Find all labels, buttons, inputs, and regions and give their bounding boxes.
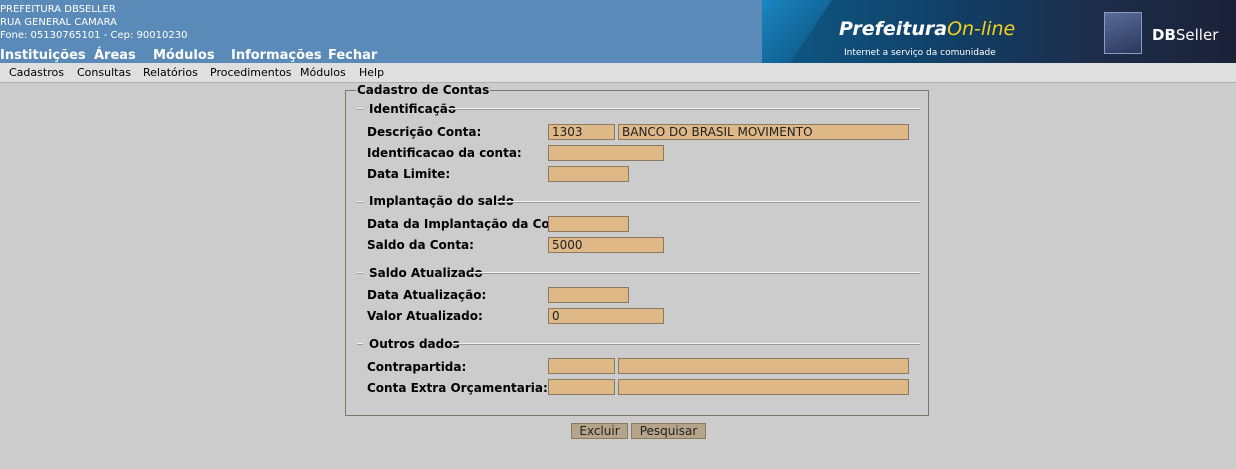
menu-modulos[interactable]: Módulos	[300, 66, 346, 79]
pesquisar-button[interactable]: Pesquisar	[631, 423, 706, 439]
conta-extra-code-input[interactable]	[548, 379, 615, 395]
descricao-conta-code-input[interactable]: 1303	[548, 124, 615, 140]
menu-cadastros[interactable]: Cadastros	[9, 66, 64, 79]
data-implantacao-label: Data da Implantação da Conta:	[367, 217, 577, 231]
valor-atualizado-input[interactable]: 0	[548, 308, 664, 324]
saldo-conta-label: Saldo da Conta:	[367, 238, 474, 252]
brand-subtitle: Internet a serviço da comunidade	[844, 48, 996, 58]
data-implantacao-input[interactable]	[548, 216, 629, 232]
section-line	[470, 272, 920, 274]
data-atualizacao-label: Data Atualização:	[367, 288, 487, 302]
menu-bar: Cadastros Consultas Relatórios Procedime…	[0, 63, 1236, 83]
conta-extra-name-input[interactable]	[618, 379, 909, 395]
identificacao-conta-input[interactable]	[548, 145, 664, 161]
data-atualizacao-input[interactable]	[548, 287, 629, 303]
identificacao-conta-label: Identificacao da conta:	[367, 146, 522, 160]
org-name: PREFEITURA DBSELLER	[0, 4, 116, 15]
org-contact: Fone: 05130765101 - Cep: 90010230	[0, 30, 188, 41]
top-menu-instituicoes[interactable]: Instituições	[0, 48, 86, 63]
contrapartida-code-input[interactable]	[548, 358, 615, 374]
header-info: PREFEITURA DBSELLER RUA GENERAL CAMARA F…	[0, 3, 187, 42]
section-title-implantacao: Implantação do saldo	[369, 194, 514, 208]
section-line	[452, 343, 920, 345]
prefeitura-online-logo: PrefeituraOn-line	[839, 18, 1016, 40]
valor-atualizado-label: Valor Atualizado:	[367, 309, 483, 323]
org-address: RUA GENERAL CAMARA	[0, 17, 117, 28]
brand-banner: PrefeituraOn-line Internet a serviço da …	[762, 0, 1236, 63]
menu-procedimentos[interactable]: Procedimentos	[210, 66, 292, 79]
form-legend: Cadastro de Contas	[356, 83, 491, 97]
app-header: PREFEITURA DBSELLER RUA GENERAL CAMARA F…	[0, 0, 1236, 63]
section-title-outros-dados: Outros dados	[369, 337, 460, 351]
conta-extra-label: Conta Extra Orçamentaria:	[367, 381, 548, 395]
top-menu-modulos[interactable]: Módulos	[153, 48, 215, 63]
top-menu-areas[interactable]: Áreas	[94, 48, 136, 63]
section-line	[357, 108, 363, 110]
menu-help[interactable]: Help	[359, 66, 384, 79]
section-title-identificacao: Identificação	[369, 102, 457, 116]
brand-accent-shape	[762, 0, 832, 63]
descricao-conta-label: Descrição Conta:	[367, 125, 482, 139]
descricao-conta-name-input[interactable]: BANCO DO BRASIL MOVIMENTO	[618, 124, 909, 140]
menu-consultas[interactable]: Consultas	[77, 66, 131, 79]
top-menu-fechar[interactable]: Fechar	[328, 48, 377, 63]
top-menu-informacoes[interactable]: Informações	[231, 48, 322, 63]
section-line	[496, 201, 920, 203]
data-limite-input[interactable]	[548, 166, 629, 182]
contrapartida-name-input[interactable]	[618, 358, 909, 374]
section-line	[357, 343, 363, 345]
dbseller-logo-text: DBSeller	[1152, 26, 1219, 44]
excluir-button[interactable]: Excluir	[571, 423, 628, 439]
section-title-saldo-atualizado: Saldo Atualizado	[369, 266, 483, 280]
section-line	[447, 108, 920, 110]
saldo-conta-input[interactable]: 5000	[548, 237, 664, 253]
section-line	[357, 272, 363, 274]
dbseller-logo-icon	[1104, 12, 1142, 54]
contrapartida-label: Contrapartida:	[367, 360, 467, 374]
section-line	[357, 201, 363, 203]
data-limite-label: Data Limite:	[367, 167, 451, 181]
menu-relatorios[interactable]: Relatórios	[143, 66, 198, 79]
